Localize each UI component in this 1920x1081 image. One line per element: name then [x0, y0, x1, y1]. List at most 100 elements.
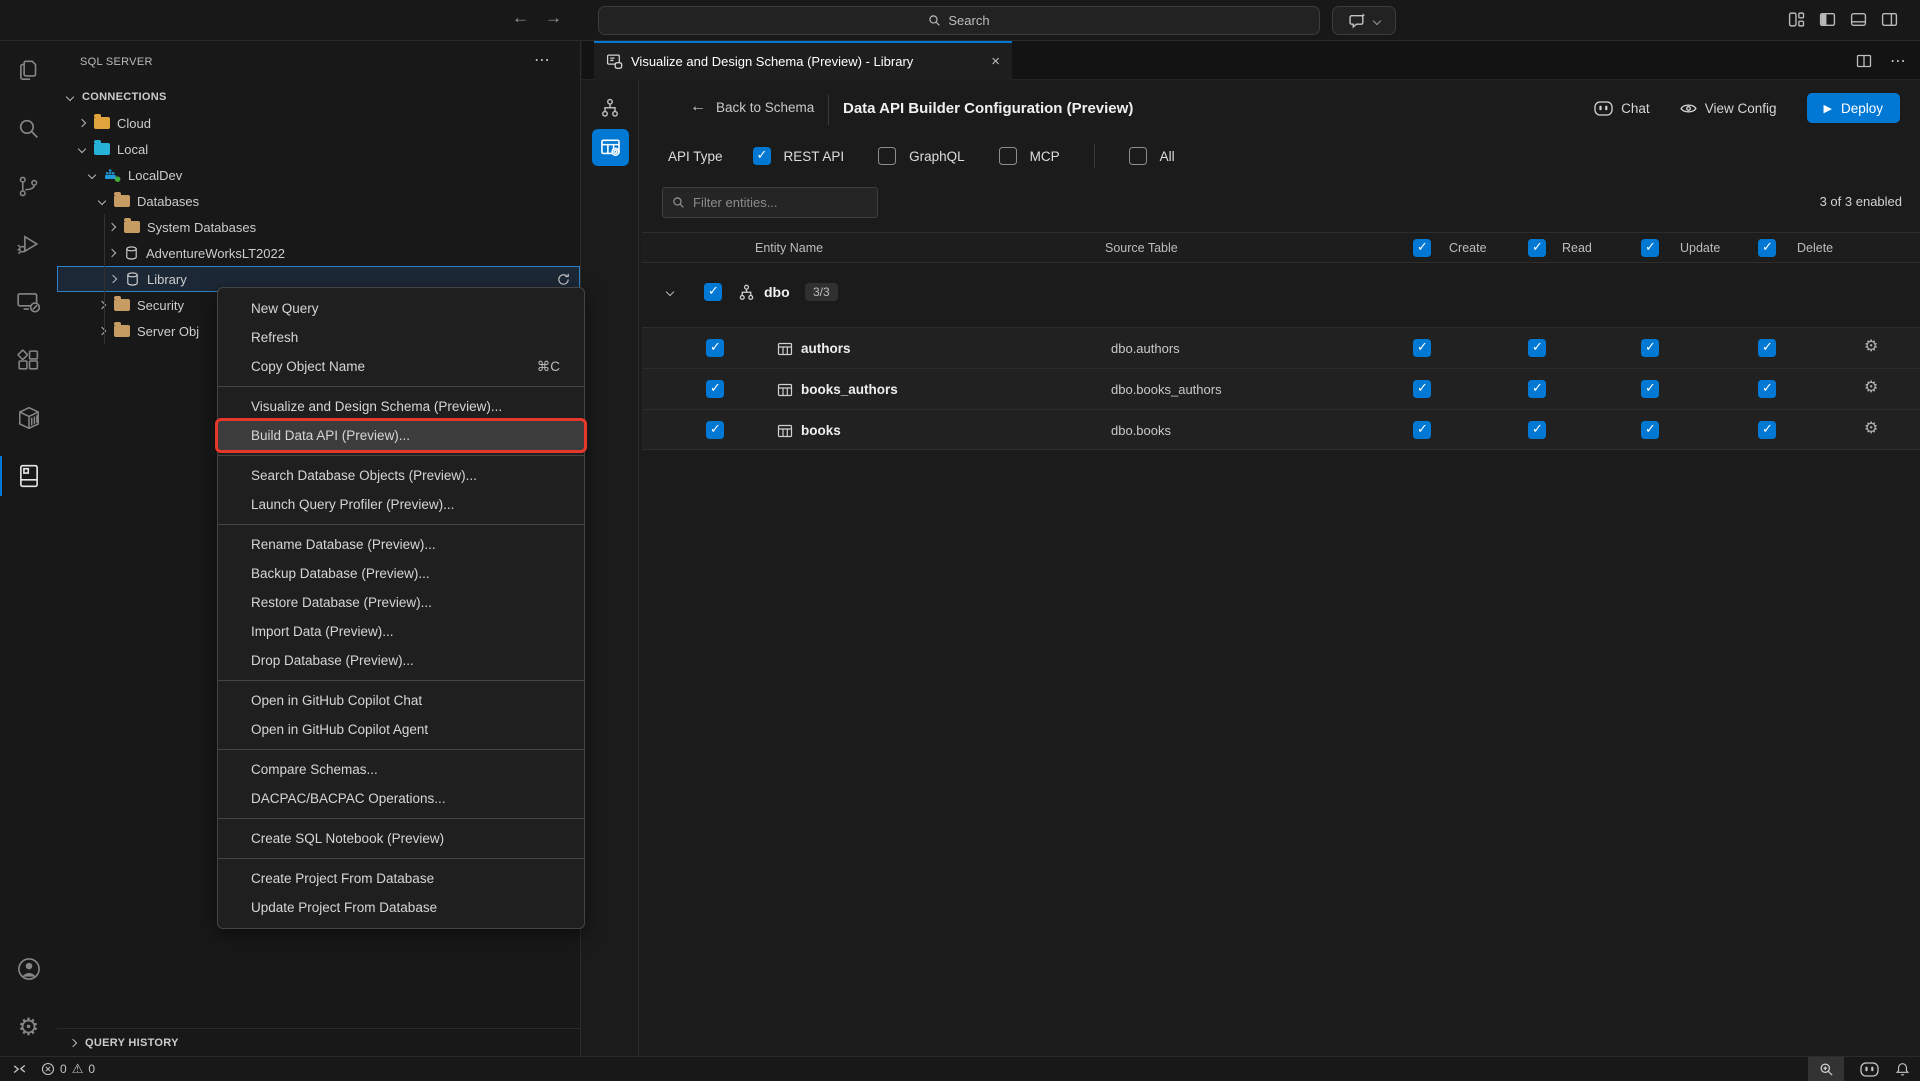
update-checkbox[interactable] — [1641, 339, 1659, 357]
activity-run-debug[interactable] — [0, 215, 57, 273]
tree-item-adventureworks[interactable]: AdventureWorksLT2022 — [57, 240, 580, 266]
activity-account[interactable] — [0, 940, 57, 998]
toggle-secondary-sidebar-icon[interactable] — [1881, 11, 1898, 28]
mcp-option[interactable]: MCP — [999, 147, 1060, 165]
menu-build-data-api[interactable]: Build Data API (Preview)... — [218, 421, 584, 450]
activity-containers[interactable] — [0, 389, 57, 447]
row-checkbox[interactable] — [706, 339, 724, 357]
row-settings-gear-icon[interactable]: ⚙ — [1864, 338, 1878, 354]
view-config-button[interactable]: View Config — [1680, 101, 1777, 116]
command-center-search[interactable]: Search — [598, 6, 1320, 35]
customize-layout-icon[interactable] — [1788, 11, 1805, 28]
create-all-checkbox[interactable] — [1413, 239, 1431, 257]
problems-indicator[interactable]: 0 ⚠ 0 — [41, 1062, 95, 1077]
rest-api-option[interactable]: REST API — [753, 147, 845, 165]
menu-drop-database[interactable]: Drop Database (Preview)... — [218, 646, 584, 675]
menu-visualize-design-schema[interactable]: Visualize and Design Schema (Preview)... — [218, 392, 584, 421]
query-history-section[interactable]: QUERY HISTORY — [57, 1028, 580, 1056]
more-actions-icon[interactable]: ⋯ — [534, 50, 550, 70]
menu-create-sql-notebook[interactable]: Create SQL Notebook (Preview) — [218, 824, 584, 853]
rest-api-checkbox[interactable] — [753, 147, 771, 165]
activity-remote-explorer[interactable] — [0, 273, 57, 331]
delete-checkbox[interactable] — [1758, 339, 1776, 357]
menu-copy-object-name[interactable]: Copy Object Name⌘C — [218, 352, 584, 381]
group-checkbox[interactable] — [704, 283, 722, 301]
activity-extensions[interactable] — [0, 331, 57, 389]
deploy-button[interactable]: ▶ Deploy — [1807, 93, 1901, 123]
graphql-checkbox[interactable] — [878, 147, 896, 165]
chat-button[interactable]: Chat — [1594, 101, 1650, 116]
delete-all-checkbox[interactable] — [1758, 239, 1776, 257]
menu-restore-database[interactable]: Restore Database (Preview)... — [218, 588, 584, 617]
filter-entities-input[interactable] — [662, 187, 878, 218]
schema-group-row[interactable]: dbo 3/3 — [642, 263, 1920, 327]
menu-open-copilot-agent[interactable]: Open in GitHub Copilot Agent — [218, 715, 584, 744]
activity-source-control[interactable] — [0, 157, 57, 215]
tree-item-cloud[interactable]: Cloud — [57, 110, 580, 136]
activity-explorer[interactable] — [0, 41, 57, 99]
tree-item-system-databases[interactable]: System Databases — [57, 214, 580, 240]
menu-rename-database[interactable]: Rename Database (Preview)... — [218, 530, 584, 559]
entity-row-authors[interactable]: authors dbo.authors ⚙ — [642, 327, 1920, 368]
menu-dacpac-bacpac[interactable]: DACPAC/BACPAC Operations... — [218, 784, 584, 813]
read-checkbox[interactable] — [1528, 339, 1546, 357]
copilot-menu-button[interactable] — [1332, 6, 1396, 35]
menu-open-copilot-chat[interactable]: Open in GitHub Copilot Chat — [218, 686, 584, 715]
tab-visualize-design-schema[interactable]: Visualize and Design Schema (Preview) - … — [594, 41, 1012, 80]
activity-sql-server[interactable] — [0, 447, 57, 505]
refresh-icon[interactable] — [556, 272, 571, 287]
chevron-down-icon[interactable] — [666, 288, 674, 296]
tree-section-connections[interactable]: CONNECTIONS — [57, 84, 580, 110]
menu-backup-database[interactable]: Backup Database (Preview)... — [218, 559, 584, 588]
entity-row-books[interactable]: books dbo.books ⚙ — [642, 409, 1920, 450]
activity-settings[interactable]: ⚙ — [0, 998, 57, 1056]
menu-search-database-objects[interactable]: Search Database Objects (Preview)... — [218, 461, 584, 490]
create-checkbox[interactable] — [1413, 421, 1431, 439]
notifications-bell-icon[interactable] — [1895, 1062, 1910, 1077]
close-icon[interactable]: × — [991, 53, 1000, 70]
delete-checkbox[interactable] — [1758, 421, 1776, 439]
update-checkbox[interactable] — [1641, 421, 1659, 439]
schema-diagram-tool[interactable] — [592, 93, 628, 123]
nav-forward-icon[interactable]: → — [545, 8, 562, 28]
nav-back-icon[interactable]: ← — [512, 8, 529, 28]
editor-more-actions-icon[interactable]: ⋯ — [1890, 51, 1906, 71]
split-editor-icon[interactable] — [1856, 53, 1872, 69]
read-checkbox[interactable] — [1528, 421, 1546, 439]
graphql-option[interactable]: GraphQL — [878, 147, 965, 165]
all-option[interactable]: All — [1129, 147, 1175, 165]
tree-item-local[interactable]: Local — [57, 136, 580, 162]
menu-launch-query-profiler[interactable]: Launch Query Profiler (Preview)... — [218, 490, 584, 519]
menu-update-project[interactable]: Update Project From Database — [218, 893, 584, 922]
data-api-builder-tool[interactable] — [592, 129, 629, 166]
menu-create-project[interactable]: Create Project From Database — [218, 864, 584, 893]
tree-item-databases[interactable]: Databases — [57, 188, 580, 214]
tree-item-localdev[interactable]: LocalDev — [57, 162, 580, 188]
activity-search[interactable] — [0, 99, 57, 157]
row-checkbox[interactable] — [706, 380, 724, 398]
entity-row-books-authors[interactable]: books_authors dbo.books_authors ⚙ — [642, 368, 1920, 409]
update-checkbox[interactable] — [1641, 380, 1659, 398]
toggle-panel-icon[interactable] — [1850, 11, 1867, 28]
menu-compare-schemas[interactable]: Compare Schemas... — [218, 755, 584, 784]
read-all-checkbox[interactable] — [1528, 239, 1546, 257]
filter-entities-field[interactable] — [693, 195, 853, 210]
create-checkbox[interactable] — [1413, 339, 1431, 357]
mcp-checkbox[interactable] — [999, 147, 1017, 165]
menu-new-query[interactable]: New Query — [218, 294, 584, 323]
read-checkbox[interactable] — [1528, 380, 1546, 398]
copilot-status-icon[interactable] — [1860, 1062, 1879, 1077]
toggle-primary-sidebar-icon[interactable] — [1819, 11, 1836, 28]
all-checkbox[interactable] — [1129, 147, 1147, 165]
row-settings-gear-icon[interactable]: ⚙ — [1864, 420, 1878, 436]
back-to-schema-button[interactable]: ← Back to Schema — [690, 98, 814, 116]
delete-checkbox[interactable] — [1758, 380, 1776, 398]
menu-import-data[interactable]: Import Data (Preview)... — [218, 617, 584, 646]
menu-refresh[interactable]: Refresh — [218, 323, 584, 352]
row-checkbox[interactable] — [706, 421, 724, 439]
create-checkbox[interactable] — [1413, 380, 1431, 398]
zoom-button[interactable] — [1808, 1057, 1844, 1081]
row-settings-gear-icon[interactable]: ⚙ — [1864, 379, 1878, 395]
remote-indicator-icon[interactable] — [12, 1062, 27, 1076]
update-all-checkbox[interactable] — [1641, 239, 1659, 257]
